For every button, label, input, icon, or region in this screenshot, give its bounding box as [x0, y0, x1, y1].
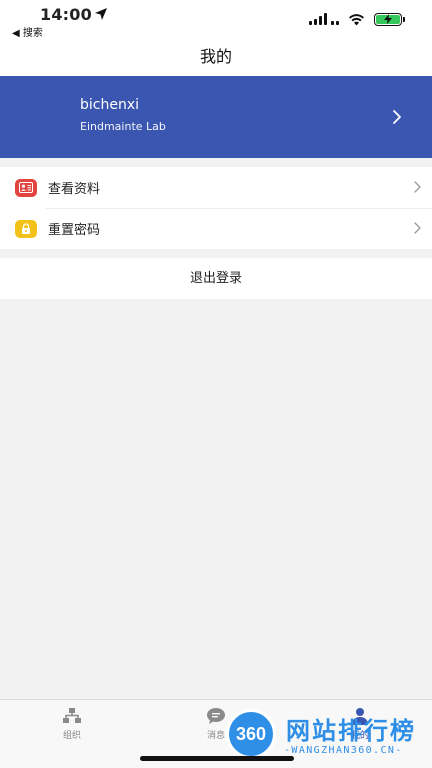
- back-to-search-link[interactable]: ◀ 搜索: [12, 24, 43, 39]
- menu-item-view-profile[interactable]: 查看资料: [0, 167, 432, 208]
- status-time: 14:00: [40, 5, 92, 24]
- logout-label: 退出登录: [189, 271, 242, 286]
- home-indicator: [140, 756, 294, 761]
- profile-name: bichenxi: [80, 97, 140, 113]
- wifi-icon: [349, 13, 364, 25]
- menu-item-label: 重置密码: [48, 223, 101, 238]
- location-arrow-icon: [95, 8, 107, 20]
- profile-organization: Eindmainte Lab: [80, 120, 166, 133]
- tab-organization[interactable]: 组织: [42, 707, 102, 741]
- lock-icon: [15, 219, 37, 238]
- chevron-right-icon: [414, 181, 421, 193]
- contact-card-icon: [15, 178, 37, 197]
- chevron-right-icon: [414, 222, 421, 234]
- chevron-right-icon: [393, 110, 401, 124]
- logout-button[interactable]: 退出登录: [0, 258, 432, 299]
- nav-bar: 我的: [0, 40, 432, 76]
- tab-label: 组织: [62, 731, 81, 741]
- watermark-title: 网站排行榜: [286, 717, 416, 745]
- org-chart-icon: [63, 708, 81, 723]
- charging-bolt-icon: [384, 14, 392, 24]
- page-title: 我的: [199, 47, 232, 66]
- menu-item-label: 查看资料: [48, 182, 101, 197]
- status-indicators: [309, 11, 405, 27]
- profile-card[interactable]: bichenxi Eindmainte Lab: [0, 76, 432, 158]
- status-bar: 14:00 ◀ 搜索: [0, 0, 432, 40]
- watermark-subtitle: -WANGZHAN360.CN-: [284, 745, 403, 756]
- battery-icon: [374, 12, 405, 26]
- menu-item-reset-password[interactable]: 重置密码: [0, 208, 432, 249]
- cellular-signal-icon: [309, 13, 339, 25]
- watermark-logo: 360: [226, 709, 276, 759]
- settings-menu: 查看资料 重置密码: [0, 167, 432, 249]
